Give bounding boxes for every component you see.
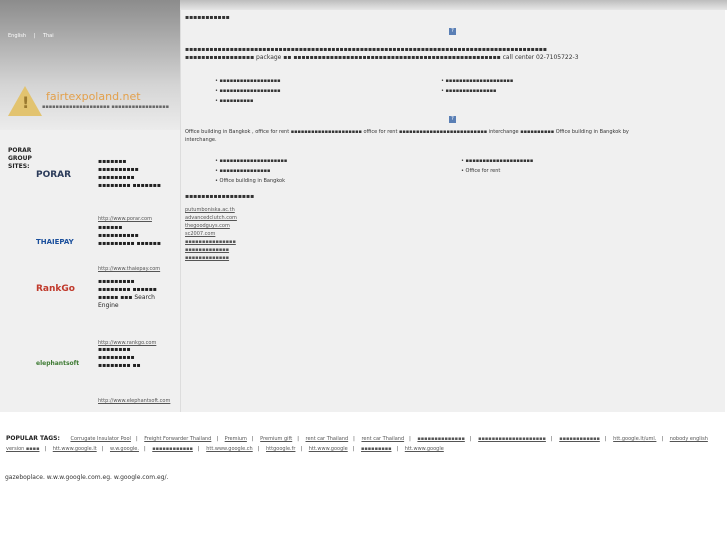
sidebar: English | Thai ! fairtexpoland.net ▪▪▪▪▪… — [0, 0, 180, 412]
porar-desc: ▪▪▪▪▪▪▪ ▪▪▪▪▪▪▪▪▪▪ ▪▪▪▪▪▪▪▪▪ ▪▪▪▪▪▪▪▪ ▪▪… — [98, 158, 161, 189]
office-paragraph: Office building in Bangkok , office for … — [185, 129, 629, 143]
main-content: ▪▪▪▪▪▪▪▪▪▪▪ ? ▪▪▪▪▪▪▪▪▪▪▪▪▪▪▪▪▪▪▪▪▪▪▪▪▪▪… — [180, 10, 725, 412]
list-item[interactable]: ▪▪▪▪▪▪▪▪▪▪ — [215, 98, 281, 104]
tag-link[interactable]: htt.www.google — [405, 446, 444, 452]
list-item[interactable]: ▪▪▪▪▪▪▪▪▪▪▪▪▪▪▪▪▪▪▪▪ — [215, 158, 288, 164]
tag-link[interactable]: htt.google.lt/uml. — [613, 436, 656, 442]
thaiepay-desc: ▪▪▪▪▪▪ ▪▪▪▪▪▪▪▪▪▪ ▪▪▪▪▪▪▪▪▪ ▪▪▪▪▪▪ — [98, 224, 161, 247]
footer-text: gazeboplace. w.w.w.google.com.eg. w.goog… — [5, 474, 169, 481]
rankgo-logo[interactable]: RankGo — [36, 284, 75, 294]
rankgo-desc: ▪▪▪▪▪▪▪▪▪ ▪▪▪▪▪▪▪▪ ▪▪▪▪▪▪ ▪▪▪▪▪ ▪▪▪ Sear… — [98, 278, 157, 309]
domain-link[interactable]: ▪▪▪▪▪▪▪▪▪▪▪▪▪ — [185, 246, 237, 254]
list-item[interactable]: Office for rent — [461, 168, 533, 174]
domain-link[interactable]: sc2007.com — [185, 230, 237, 238]
domain-link[interactable]: advancedclutch.com — [185, 214, 237, 222]
thaiepay-logo[interactable]: THAIEPAY — [36, 238, 74, 246]
intro-paragraph: ▪▪▪▪▪▪▪▪▪▪▪▪▪▪▪▪▪▪▪▪▪▪▪▪▪▪▪▪▪▪▪▪▪▪▪▪▪▪▪▪… — [185, 46, 579, 61]
tag-link[interactable]: ▪▪▪▪▪▪▪▪▪▪▪▪ — [559, 436, 600, 442]
elephantsoft-logo[interactable]: elephantsoft — [36, 360, 79, 367]
tag-link[interactable]: Premium gift — [260, 436, 292, 442]
domain-link[interactable]: ▪▪▪▪▪▪▪▪▪▪▪▪▪▪▪ — [185, 238, 237, 246]
list-item[interactable]: ▪▪▪▪▪▪▪▪▪▪▪▪▪▪▪ — [441, 88, 513, 94]
porar-logo[interactable]: PORAR — [36, 170, 71, 180]
tag-link[interactable]: httgoogle.fr — [266, 446, 295, 452]
page-title: ▪▪▪▪▪▪▪▪▪▪▪ — [185, 14, 230, 21]
bullet-list-left-2: ▪▪▪▪▪▪▪▪▪▪▪▪▪▪▪▪▪▪▪▪ ▪▪▪▪▪▪▪▪▪▪▪▪▪▪▪ Off… — [215, 158, 288, 188]
tag-link[interactable]: Corrugate Insulator Pool — [70, 436, 131, 442]
list-item[interactable]: Office building in Bangkok — [215, 178, 287, 184]
lang-separator: | — [33, 33, 36, 39]
list-item[interactable]: ▪▪▪▪▪▪▪▪▪▪▪▪▪▪▪▪▪▪ — [215, 78, 281, 84]
lang-english-link[interactable]: English — [8, 33, 26, 39]
help-icon[interactable]: ? — [449, 116, 456, 123]
tag-link[interactable]: htt.www.google — [309, 446, 348, 452]
site-tagline: ▪▪▪▪▪▪▪▪▪▪▪▪▪▪▪▪▪▪▪▪ ▪▪▪▪▪▪▪▪▪▪▪▪▪▪▪▪▪ — [42, 104, 169, 110]
lang-thai-link[interactable]: Thai — [43, 33, 54, 39]
elephantsoft-desc: ▪▪▪▪▪▪▪▪ ▪▪▪▪▪▪▪▪▪ ▪▪▪▪▪▪▪▪ ▪▪ — [98, 346, 141, 369]
elephantsoft-link[interactable]: http://www.elephantsoft.com — [98, 398, 170, 404]
help-icon[interactable]: ? — [449, 28, 456, 35]
tag-link[interactable]: rent car Thailand — [306, 436, 349, 442]
tag-link[interactable]: w.w.google. — [110, 446, 139, 452]
tag-link[interactable]: Premium — [225, 436, 247, 442]
thaiepay-link[interactable]: http://www.thaiepay.com — [98, 266, 160, 272]
porar-link[interactable]: http://www.porar.com — [98, 216, 152, 222]
domain-link[interactable]: thegoodguys.com — [185, 222, 237, 230]
section-heading: ▪▪▪▪▪▪▪▪▪▪▪▪▪▪▪▪▪ — [185, 193, 255, 200]
list-item[interactable]: ▪▪▪▪▪▪▪▪▪▪▪▪▪▪▪▪▪▪▪▪ — [441, 78, 514, 84]
bullet-list-right: ▪▪▪▪▪▪▪▪▪▪▪▪▪▪▪▪▪▪▪▪ ▪▪▪▪▪▪▪▪▪▪▪▪▪▪▪ — [441, 78, 514, 98]
domain-link[interactable]: putumboniska.ac.th — [185, 206, 237, 214]
popular-tags-label: POPULAR TAGS: — [6, 435, 60, 442]
top-bar — [180, 0, 727, 10]
warning-mark-icon: ! — [22, 93, 30, 112]
language-switch: English | Thai — [8, 33, 60, 39]
tag-link[interactable]: ▪▪▪▪▪▪▪▪▪▪▪▪▪▪ — [417, 436, 464, 442]
tag-link[interactable]: ▪▪▪▪▪▪▪▪▪▪▪▪ — [152, 446, 193, 452]
bullet-list-right-2: ▪▪▪▪▪▪▪▪▪▪▪▪▪▪▪▪▪▪▪▪ Office for rent — [461, 158, 534, 178]
tag-link[interactable]: ▪▪▪▪▪▪▪▪▪ — [361, 446, 392, 452]
tag-link[interactable]: ▪▪▪▪▪▪▪▪▪▪▪▪▪▪▪▪▪▪▪▪ — [478, 436, 546, 442]
tag-link[interactable]: rent car Thailand — [361, 436, 404, 442]
site-logo[interactable]: ! fairtexpoland.net ▪▪▪▪▪▪▪▪▪▪▪▪▪▪▪▪▪▪▪▪… — [6, 86, 176, 122]
domain-list: putumboniska.ac.th advancedclutch.com th… — [185, 206, 237, 262]
bullet-list-left: ▪▪▪▪▪▪▪▪▪▪▪▪▪▪▪▪▪▪ ▪▪▪▪▪▪▪▪▪▪▪▪▪▪▪▪▪▪ ▪▪… — [215, 78, 281, 108]
tag-link[interactable]: htt.www.google.lt — [53, 446, 97, 452]
popular-tags: POPULAR TAGS: Corrugate Insulator Pool | … — [6, 435, 708, 452]
group-sites-label: PORAR GROUP SITES: — [8, 147, 32, 170]
tag-link[interactable]: htt.www.google.ch — [206, 446, 253, 452]
domain-link[interactable]: ▪▪▪▪▪▪▪▪▪▪▪▪▪ — [185, 254, 237, 262]
list-item[interactable]: ▪▪▪▪▪▪▪▪▪▪▪▪▪▪▪▪▪▪▪▪ — [461, 158, 534, 164]
sidebar-header: English | Thai ! fairtexpoland.net ▪▪▪▪▪… — [0, 0, 180, 130]
list-item[interactable]: ▪▪▪▪▪▪▪▪▪▪▪▪▪▪▪ — [215, 168, 287, 174]
list-item[interactable]: ▪▪▪▪▪▪▪▪▪▪▪▪▪▪▪▪▪▪ — [215, 88, 281, 94]
tag-link[interactable]: Freight Forwarder Thailand — [144, 436, 211, 442]
site-name[interactable]: fairtexpoland.net — [46, 90, 141, 103]
